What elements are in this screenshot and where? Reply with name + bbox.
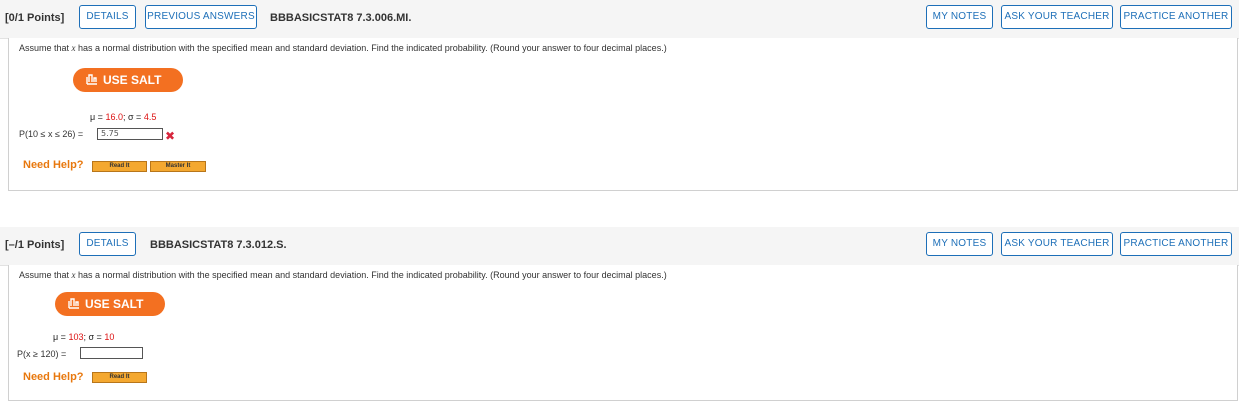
question-body: Assume that x has a normal distribution … bbox=[8, 265, 1238, 401]
question-header: [–/1 Points] DETAILS BBBASICSTAT8 7.3.01… bbox=[0, 227, 1239, 266]
read-it-button[interactable]: Read It bbox=[92, 372, 147, 383]
salt-calculator-icon bbox=[86, 74, 97, 85]
question-id: BBBASICSTAT8 7.3.006.MI. bbox=[270, 12, 412, 24]
points-label: [0/1 Points] bbox=[5, 12, 65, 24]
master-it-button[interactable]: Master It bbox=[150, 161, 206, 172]
details-button[interactable]: DETAILS bbox=[79, 232, 136, 256]
use-salt-button[interactable]: USE SALT bbox=[73, 68, 183, 92]
my-notes-button[interactable]: MY NOTES bbox=[926, 232, 993, 256]
my-notes-button[interactable]: MY NOTES bbox=[926, 5, 993, 29]
question-body: Assume that x has a normal distribution … bbox=[8, 38, 1238, 191]
probability-label: P(x ≥ 120) = bbox=[17, 349, 67, 359]
question-1: [0/1 Points] DETAILS PREVIOUS ANSWERS BB… bbox=[0, 0, 1245, 192]
distribution-params: μ = 103; σ = 10 bbox=[53, 332, 115, 342]
need-help-label: Need Help? bbox=[23, 159, 84, 171]
salt-calculator-icon bbox=[68, 298, 79, 309]
practice-another-button[interactable]: PRACTICE ANOTHER bbox=[1120, 232, 1232, 256]
question-prompt: Assume that x has a normal distribution … bbox=[19, 270, 667, 280]
question-header: [0/1 Points] DETAILS PREVIOUS ANSWERS BB… bbox=[0, 0, 1239, 39]
use-salt-label: USE SALT bbox=[103, 73, 162, 87]
points-label: [–/1 Points] bbox=[5, 239, 65, 251]
need-help-label: Need Help? bbox=[23, 371, 84, 383]
ask-your-teacher-button[interactable]: ASK YOUR TEACHER bbox=[1001, 5, 1113, 29]
probability-label: P(10 ≤ x ≤ 26) = bbox=[19, 129, 84, 139]
previous-answers-button[interactable]: PREVIOUS ANSWERS bbox=[145, 5, 257, 29]
question-2: [–/1 Points] DETAILS BBBASICSTAT8 7.3.01… bbox=[0, 227, 1245, 403]
read-it-button[interactable]: Read It bbox=[92, 161, 147, 172]
use-salt-button[interactable]: USE SALT bbox=[55, 292, 165, 316]
question-prompt: Assume that x has a normal distribution … bbox=[19, 43, 667, 53]
question-id: BBBASICSTAT8 7.3.012.S. bbox=[150, 239, 287, 251]
answer-input[interactable]: 5.75 bbox=[97, 128, 163, 140]
practice-another-button[interactable]: PRACTICE ANOTHER bbox=[1120, 5, 1232, 29]
distribution-params: μ = 16.0; σ = 4.5 bbox=[90, 112, 157, 122]
ask-your-teacher-button[interactable]: ASK YOUR TEACHER bbox=[1001, 232, 1113, 256]
x-mark-icon: ✖ bbox=[165, 129, 176, 143]
details-button[interactable]: DETAILS bbox=[79, 5, 136, 29]
use-salt-label: USE SALT bbox=[85, 297, 144, 311]
answer-input[interactable] bbox=[80, 347, 143, 359]
